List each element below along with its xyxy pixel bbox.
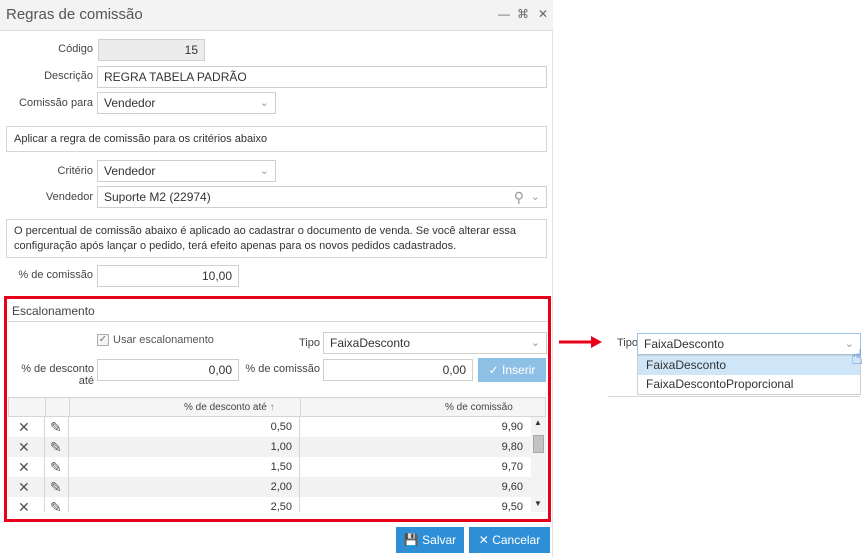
vendedor-value: Suporte M2 (22974) [104,190,211,204]
dropdown-option-faixadescontoproporcional[interactable]: FaixaDescontoProporcional [638,375,860,394]
zoom-divider [608,396,860,397]
maximize-icon[interactable]: ⌘ [516,7,530,21]
dialog-title: Regras de comissão [6,6,143,23]
commission-rules-dialog: Regras de comissão — ⌘ ✕ Código 15 Descr… [0,0,553,557]
save-icon: 💾 [403,533,419,547]
info-text-line1: O percentual de comissão abaixo é aplica… [14,225,517,237]
criteria-panel: Aplicar a regra de comissão para os crit… [6,126,547,152]
save-label: Salvar [422,533,457,547]
criterio-value: Vendedor [104,164,156,178]
vendedor-label: Vendedor [45,191,93,203]
tipo-dropdown-list: FaixaDesconto FaixaDescontoProporcional [637,355,861,395]
descricao-field[interactable]: REGRA TABELA PADRÃO [97,66,547,88]
save-button[interactable]: 💾 Salvar [396,527,464,553]
codigo-field: 15 [98,39,205,61]
cancel-button[interactable]: ✕ Cancelar [469,527,550,553]
zoom-tipo-value: FaixaDesconto [644,337,725,351]
minimize-icon[interactable]: — [497,7,511,21]
escalonamento-highlight [4,296,551,522]
cancel-label: Cancelar [492,533,541,547]
comissao-para-select[interactable]: Vendedor ⌄ [97,92,276,114]
title-bar: Regras de comissão — ⌘ ✕ [0,0,553,31]
close-icon[interactable]: ✕ [536,7,550,21]
criterio-select[interactable]: Vendedor ⌄ [97,160,276,182]
pct-comissao-field[interactable]: 10,00 [97,265,239,287]
close-icon: ✕ [478,533,489,547]
hand-cursor-icon: ☝ [851,347,864,369]
criterio-label: Critério [57,165,93,177]
comissao-para-label: Comissão para [19,97,93,109]
search-icon[interactable]: ⚲ [514,187,524,207]
comissao-para-value: Vendedor [104,96,156,110]
dropdown-option-faixadesconto[interactable]: FaixaDesconto [638,356,860,375]
zoom-tipo-select[interactable]: FaixaDesconto ⌄ [637,333,861,355]
info-text-line2: configuração após lançar o pedido, terá … [14,240,457,252]
pct-comissao-label: % de comissão [18,269,93,281]
chevron-down-icon: ⌄ [259,165,269,177]
zoom-tipo-label: Tipo [617,337,638,349]
descricao-label: Descrição [44,70,93,82]
chevron-down-icon: ⌄ [259,97,269,109]
vendedor-select[interactable]: Suporte M2 (22974) ⚲ ⌄ [97,186,547,208]
chevron-down-icon: ⌄ [530,191,540,203]
red-arrow-icon [559,336,602,348]
info-panel: O percentual de comissão abaixo é aplica… [6,219,547,258]
codigo-label: Código [58,43,93,55]
criteria-panel-text: Aplicar a regra de comissão para os crit… [14,133,268,145]
